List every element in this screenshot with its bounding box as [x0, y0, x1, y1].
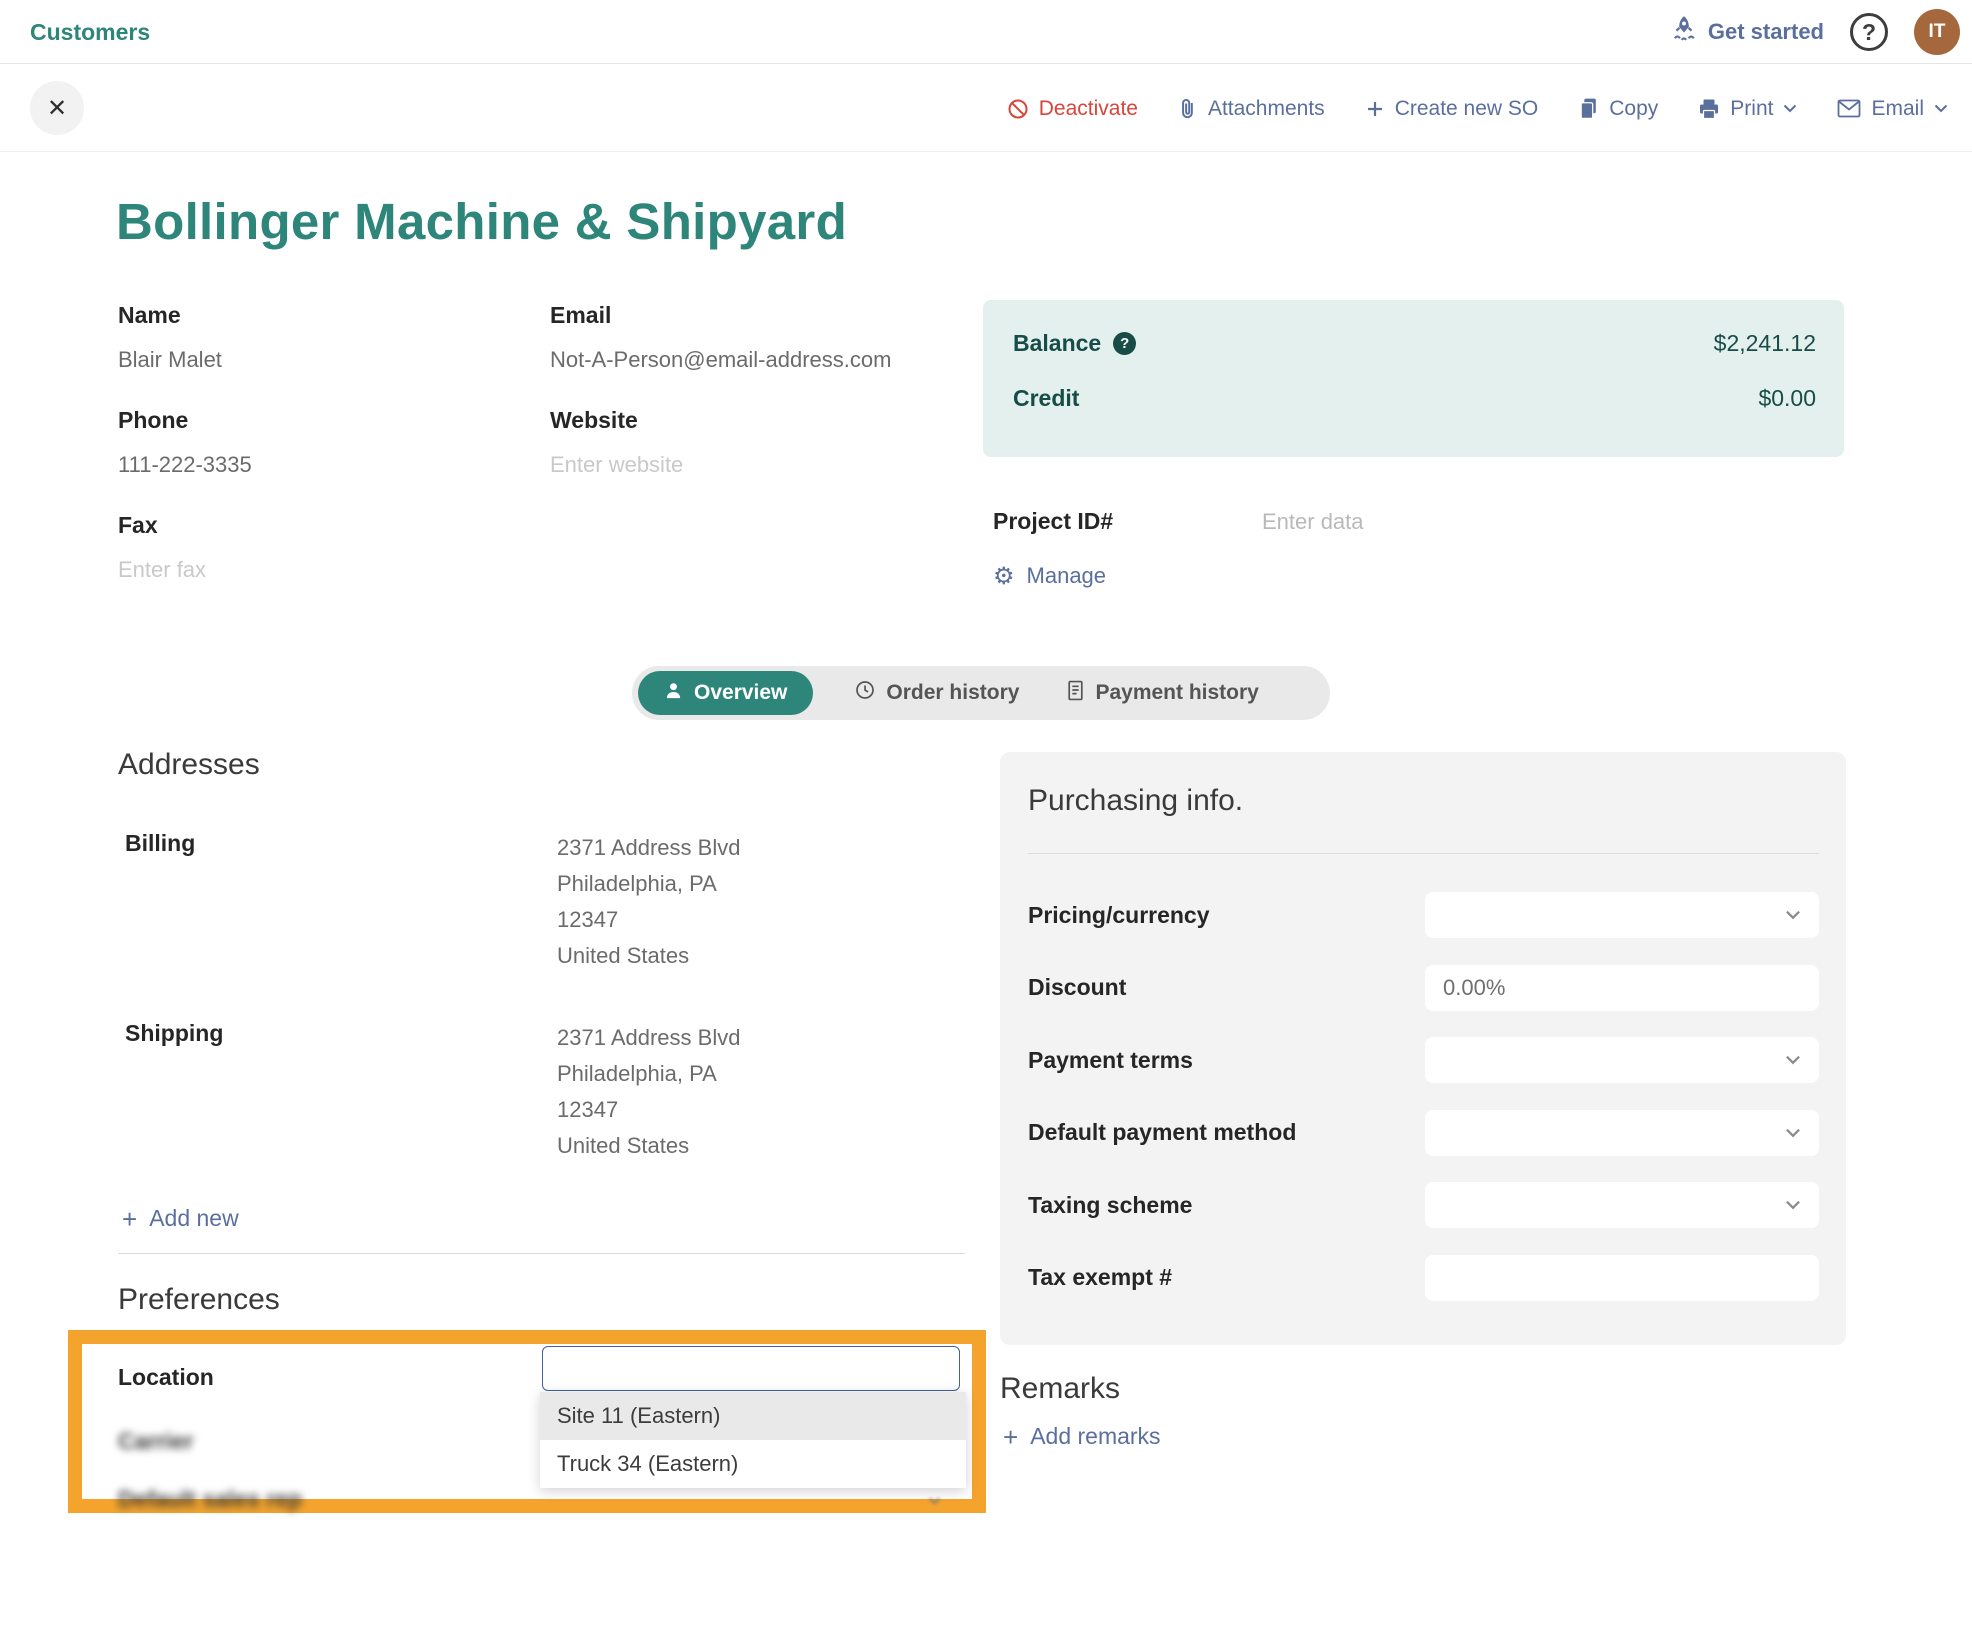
close-icon: ✕ — [47, 94, 67, 123]
name-value[interactable]: Blair Malet — [118, 347, 518, 373]
carrier-label: Carrier — [118, 1428, 193, 1455]
tax-exempt-label: Tax exempt # — [1028, 1264, 1172, 1291]
project-id-label: Project ID# — [993, 508, 1113, 535]
project-id-input[interactable]: Enter data — [1262, 509, 1364, 535]
copy-icon — [1578, 97, 1599, 120]
location-highlight-box: Location Site 11 (Eastern) Truck 34 (Eas… — [68, 1330, 986, 1513]
prohibition-icon — [1007, 98, 1029, 120]
header-bar: Customers Get started ? IT — [0, 0, 1972, 64]
addresses-heading: Addresses — [118, 748, 260, 782]
person-icon — [664, 681, 683, 706]
default-sales-rep-label: Default sales rep — [118, 1486, 302, 1513]
customer-name-title: Bollinger Machine & Shipyard — [116, 192, 847, 251]
purchasing-info-panel: Purchasing info. Pricing/currency Discou… — [1000, 752, 1846, 1345]
remarks-heading: Remarks — [1000, 1372, 1120, 1406]
get-started-link[interactable]: Get started — [1670, 14, 1824, 50]
tab-order-history[interactable]: Order history — [855, 680, 1019, 706]
location-dropdown: Site 11 (Eastern) Truck 34 (Eastern) — [540, 1392, 966, 1488]
print-button[interactable]: Print — [1698, 97, 1797, 121]
payment-terms-select[interactable] — [1425, 1037, 1819, 1083]
envelope-icon — [1837, 99, 1861, 118]
chevron-down-icon — [1785, 1128, 1801, 1138]
chevron-down-icon — [1785, 1055, 1801, 1065]
manage-link[interactable]: ⚙ Manage — [993, 563, 1106, 589]
default-payment-method-label: Default payment method — [1028, 1119, 1296, 1146]
billing-label: Billing — [125, 830, 195, 857]
taxing-scheme-select[interactable] — [1425, 1182, 1819, 1228]
add-new-address-button[interactable]: + Add new — [122, 1205, 239, 1232]
dropdown-option-site-11[interactable]: Site 11 (Eastern) — [540, 1392, 966, 1440]
email-label: Email — [550, 302, 970, 329]
tab-payment-history[interactable]: Payment history — [1067, 680, 1258, 707]
email-button[interactable]: Email — [1837, 97, 1948, 121]
dropdown-option-truck-34[interactable]: Truck 34 (Eastern) — [540, 1440, 966, 1488]
plus-icon: + — [1003, 1424, 1018, 1450]
avatar[interactable]: IT — [1914, 9, 1960, 55]
default-payment-method-select[interactable] — [1425, 1110, 1819, 1156]
purchasing-heading: Purchasing info. — [1028, 784, 1243, 818]
chevron-down-icon — [928, 1492, 941, 1510]
discount-input[interactable]: 0.00% — [1425, 965, 1819, 1011]
website-label: Website — [550, 407, 970, 434]
receipt-icon — [1067, 680, 1084, 707]
rocket-icon — [1670, 14, 1698, 50]
panel-divider — [1028, 853, 1819, 854]
balance-value: $2,241.12 — [1714, 330, 1816, 357]
balance-help-icon[interactable]: ? — [1113, 332, 1136, 355]
location-input[interactable] — [542, 1346, 960, 1391]
email-value[interactable]: Not-A-Person@email-address.com — [550, 347, 970, 373]
create-new-so-button[interactable]: Create new SO — [1365, 97, 1539, 121]
clock-icon — [855, 680, 875, 706]
help-icon[interactable]: ? — [1850, 13, 1888, 51]
credit-label: Credit — [1013, 385, 1079, 412]
shipping-label: Shipping — [125, 1020, 223, 1047]
paperclip-icon — [1178, 97, 1198, 121]
get-started-label: Get started — [1708, 19, 1824, 45]
location-label: Location — [118, 1364, 214, 1391]
fax-field: Fax Enter fax — [118, 512, 518, 583]
phone-value[interactable]: 111-222-3335 — [118, 452, 518, 478]
pricing-currency-label: Pricing/currency — [1028, 902, 1210, 929]
tab-bar: Overview Order history Payment history — [632, 666, 1330, 720]
balance-label: Balance — [1013, 330, 1101, 357]
phone-label: Phone — [118, 407, 518, 434]
billing-address: 2371 Address Blvd Philadelphia, PA 12347… — [557, 830, 740, 974]
fax-input[interactable]: Enter fax — [118, 557, 518, 583]
name-field: Name Blair Malet — [118, 302, 518, 373]
page-title: Customers — [30, 0, 150, 64]
name-label: Name — [118, 302, 518, 329]
add-remarks-button[interactable]: + Add remarks — [1003, 1423, 1161, 1450]
discount-label: Discount — [1028, 974, 1126, 1001]
deactivate-button[interactable]: Deactivate — [1007, 97, 1138, 121]
credit-value: $0.00 — [1758, 385, 1816, 412]
gear-icon: ⚙ — [993, 564, 1015, 588]
chevron-down-icon — [1785, 910, 1801, 920]
fax-label: Fax — [118, 512, 518, 539]
record-toolbar: ✕ Deactivate Attachments — [0, 65, 1972, 152]
section-divider — [118, 1253, 965, 1254]
website-input[interactable]: Enter website — [550, 452, 970, 478]
plus-icon: + — [122, 1206, 137, 1232]
copy-button[interactable]: Copy — [1578, 97, 1658, 121]
close-button[interactable]: ✕ — [30, 81, 84, 135]
shipping-address: 2371 Address Blvd Philadelphia, PA 12347… — [557, 1020, 740, 1164]
preferences-heading: Preferences — [118, 1283, 280, 1317]
project-id-row: Project ID# Enter data ⚙ Manage — [993, 508, 1844, 535]
chevron-down-icon — [1783, 104, 1797, 113]
email-field: Email Not-A-Person@email-address.com — [550, 302, 970, 373]
tax-exempt-input[interactable] — [1425, 1255, 1819, 1301]
printer-icon — [1698, 98, 1720, 120]
phone-field: Phone 111-222-3335 — [118, 407, 518, 478]
payment-terms-label: Payment terms — [1028, 1047, 1193, 1074]
plus-icon — [1365, 99, 1385, 119]
attachments-button[interactable]: Attachments — [1178, 97, 1325, 121]
website-field: Website Enter website — [550, 407, 970, 478]
taxing-scheme-label: Taxing scheme — [1028, 1192, 1192, 1219]
chevron-down-icon — [1785, 1200, 1801, 1210]
chevron-down-icon — [1934, 104, 1948, 113]
tab-overview[interactable]: Overview — [638, 671, 813, 715]
pricing-currency-select[interactable] — [1425, 892, 1819, 938]
customer-detail-screen: Customers Get started ? IT ✕ — [0, 0, 1972, 1642]
balance-card: Balance ? $2,241.12 Credit $0.00 — [983, 300, 1844, 457]
